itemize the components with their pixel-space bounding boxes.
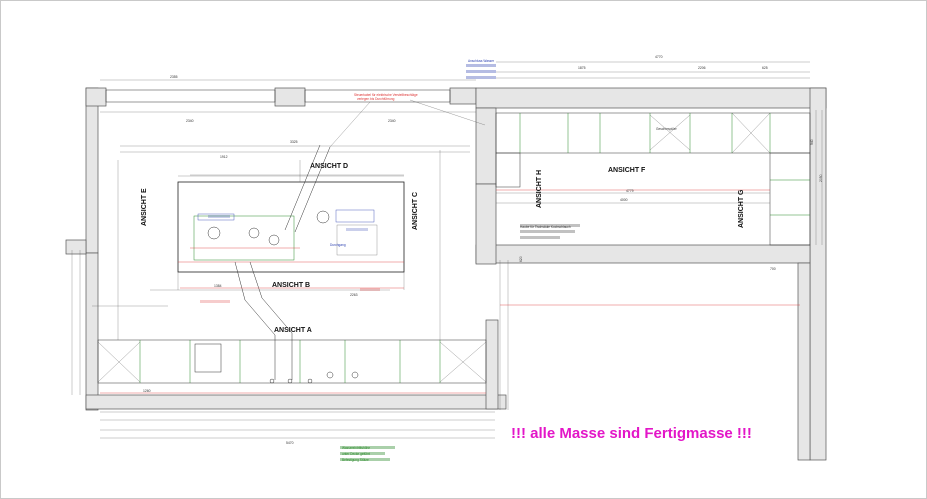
- dim-left-top: 2355: [170, 75, 178, 79]
- view-label-h: ANSICHT H: [536, 170, 543, 208]
- floor-plan-canvas: ANSICHT D ANSICHT B ANSICHT A ANSICHT F …: [0, 0, 927, 499]
- view-label-e: ANSICHT E: [141, 188, 148, 226]
- cabinet-run-f: [495, 112, 811, 154]
- island: [177, 174, 405, 290]
- floor-plan-drawing: ANSICHT D ANSICHT B ANSICHT A ANSICHT F …: [65, 55, 827, 462]
- dim-d-1: 1912: [220, 155, 228, 159]
- dim-inner-4779: 4779: [626, 189, 634, 193]
- dim-right-wall: 2340: [388, 119, 396, 123]
- dim-top-3: 625: [762, 66, 768, 70]
- note-hood: Haube für Tischsäule Kochschlauch: [520, 225, 571, 229]
- cabinet-run-h: [495, 152, 521, 188]
- wall-top-right: [475, 87, 827, 109]
- wall-top-right-pier: [449, 87, 477, 105]
- view-label-a: ANSICHT A: [274, 327, 312, 334]
- view-label-f: ANSICHT F: [608, 167, 646, 174]
- dim-r-700: 700: [770, 267, 776, 271]
- opening: [475, 183, 497, 265]
- note-green-1: Wassereintrittshöhe: [342, 446, 370, 450]
- note-green-3: Befestigung Stütze: [342, 458, 369, 462]
- note-water: Anschluss Wasser: [468, 59, 495, 63]
- wall-mid-vertical: [475, 107, 497, 185]
- view-label-g: ANSICHT G: [738, 189, 745, 228]
- dim-b-2263: 2263: [350, 293, 358, 297]
- wall-right-lower: [797, 262, 811, 461]
- wall-top-left-pier: [85, 87, 107, 107]
- dim-inner-4000: 4000: [620, 198, 628, 202]
- dim-top-1: 1875: [578, 66, 586, 70]
- fertigmasse-note: !!! alle Masse sind Fertigmasse !!!: [511, 425, 752, 442]
- view-label-c: ANSICHT C: [412, 192, 419, 230]
- wall-mid-horizontal: [475, 244, 811, 264]
- wall-bottom: [85, 394, 507, 410]
- window-left: [105, 89, 276, 103]
- note-green-2: unter Decke geführt: [342, 452, 370, 456]
- dim-top-2: 2206: [698, 66, 706, 70]
- view-label-d: ANSICHT D: [310, 163, 348, 170]
- dim-bottom-1260: 1260: [143, 389, 151, 393]
- dim-top-total: 4770: [655, 55, 663, 59]
- cabinet-run-g: [769, 152, 811, 246]
- island-outline: [177, 181, 405, 273]
- diagonal-ducting: [234, 99, 486, 380]
- dim-bottom-total: 5470: [286, 441, 294, 445]
- wall-left-upper: [85, 87, 99, 254]
- dim-d-total: 3325: [290, 140, 298, 144]
- view-label-b: ANSICHT B: [272, 282, 310, 289]
- note-dishwasher: Geschirrspüler: [656, 127, 678, 131]
- wall-left-notch: [65, 239, 87, 255]
- note-passage: Durchgang: [330, 243, 346, 247]
- wall-top-mid-pier: [274, 87, 306, 107]
- wall-left-lower: [85, 252, 99, 411]
- note-cable-2: verlegen bis Durchführung: [357, 97, 395, 101]
- dim-v-620: 620: [519, 256, 523, 262]
- dim-left-wall: 2340: [186, 119, 194, 123]
- walls: [65, 87, 827, 461]
- dim-r-2050: 2050: [819, 174, 823, 182]
- wall-bottom-right-stub: [485, 319, 499, 410]
- dim-r-940: 940: [810, 139, 814, 145]
- dim-b-1384: 1384: [214, 284, 222, 288]
